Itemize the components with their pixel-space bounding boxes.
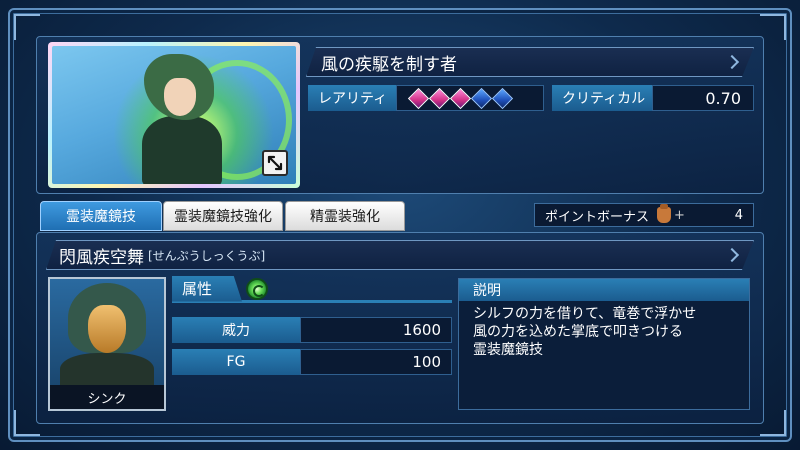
point-bonus-value: 4 bbox=[734, 207, 743, 223]
power-label: 威力 bbox=[172, 317, 300, 343]
fg-value: 100 bbox=[300, 349, 452, 375]
description-text: シルフの力を借りて、竜巻で浮かせ 風の力を込めた掌底で叩きつける 霊装魔鏡技 bbox=[459, 301, 749, 363]
wind-attribute-icon bbox=[246, 277, 268, 300]
frame-corner-ornament bbox=[760, 14, 786, 40]
rarity-gem-empty-icon bbox=[491, 87, 514, 109]
point-bonus-label: ポイントボーナス bbox=[545, 209, 650, 225]
frame-corner-ornament bbox=[14, 14, 40, 40]
rarity-gems bbox=[396, 85, 544, 111]
skill-title-bar: 風の疾駆を制す者 bbox=[306, 47, 754, 77]
card-illustration bbox=[52, 46, 296, 184]
attribute-label: 属性 bbox=[172, 275, 242, 302]
rarity-gem-filled-icon bbox=[449, 87, 472, 109]
description-line: シルフの力を借りて、竜巻で浮かせ bbox=[473, 306, 697, 322]
portrait-mask bbox=[88, 305, 126, 353]
fg-label: FG bbox=[172, 349, 300, 375]
portrait-image bbox=[50, 279, 164, 393]
character-portrait[interactable]: シンク bbox=[48, 277, 166, 411]
point-bonus: ポイントボーナス + 4 bbox=[534, 203, 754, 227]
chevron-right-icon bbox=[725, 55, 739, 69]
tab-spirit-gear-enhance[interactable]: 精霊装強化 bbox=[285, 201, 405, 231]
character-body bbox=[142, 116, 222, 184]
rarity-label: レアリティ bbox=[308, 85, 396, 111]
expand-button[interactable] bbox=[262, 150, 288, 176]
technique-title-bar: 閃風疾空舞 [せんぷうしっくうぶ] bbox=[46, 240, 754, 270]
technique-name: 閃風疾空舞 bbox=[59, 247, 144, 268]
description-line: 風の力を込めた掌底で叩きつける bbox=[473, 324, 683, 340]
skill-title: 風の疾駆を制す者 bbox=[321, 54, 457, 75]
rarity-gem-empty-icon bbox=[470, 87, 493, 109]
technique-reading: [せんぷうしっくうぶ] bbox=[148, 248, 266, 263]
expand-arrows-icon bbox=[267, 155, 283, 171]
description-header: 説明 bbox=[459, 279, 749, 301]
tab-spirit-mirror-technique[interactable]: 霊装魔鏡技 bbox=[40, 201, 162, 231]
critical-label: クリティカル bbox=[552, 85, 652, 111]
rarity-gem-filled-icon bbox=[407, 87, 430, 109]
description-line: 霊装魔鏡技 bbox=[473, 342, 543, 358]
character-name: シンク bbox=[50, 385, 164, 409]
character-face bbox=[164, 78, 196, 116]
attribute-row: 属性 bbox=[172, 275, 452, 303]
description-panel: 説明 シルフの力を借りて、竜巻で浮かせ 風の力を込めた掌底で叩きつける 霊装魔鏡… bbox=[458, 278, 750, 410]
rarity-gem-filled-icon bbox=[428, 87, 451, 109]
power-value: 1600 bbox=[300, 317, 452, 343]
tab-technique-enhance[interactable]: 霊装魔鏡技強化 bbox=[163, 201, 283, 231]
critical-value: 0.70 bbox=[652, 85, 754, 111]
point-bonus-plus: + bbox=[674, 207, 685, 223]
bag-icon bbox=[657, 204, 672, 223]
spirit-card[interactable] bbox=[48, 42, 300, 188]
chevron-right-icon bbox=[725, 248, 739, 262]
